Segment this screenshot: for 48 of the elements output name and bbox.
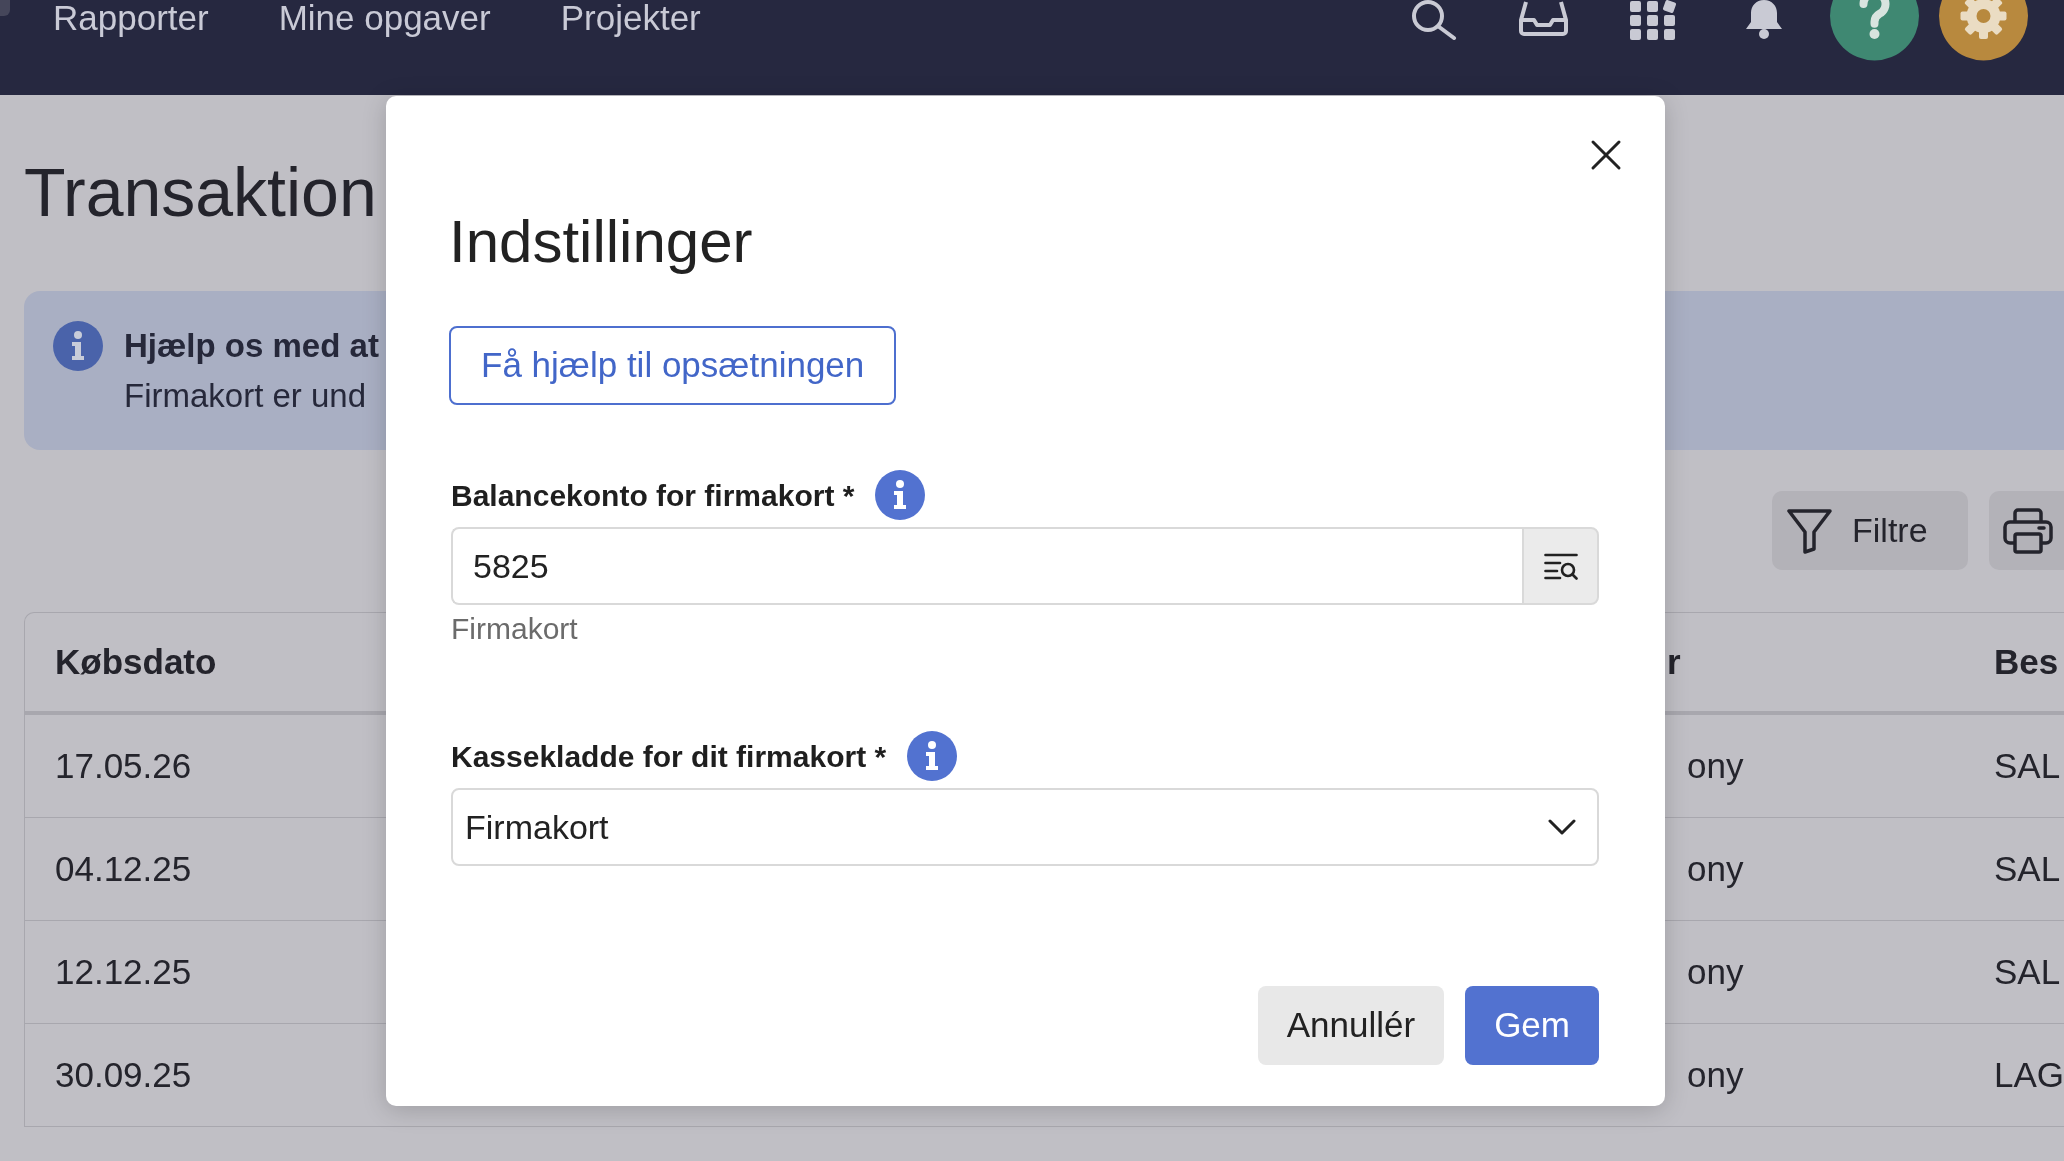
row-value: 30.09.25 <box>55 1054 192 1094</box>
info-icon[interactable] <box>907 731 958 781</box>
row-value: 04.12.25 <box>55 848 192 888</box>
cancel-button[interactable]: Annullér <box>1257 986 1445 1065</box>
field-helper: Firmakort <box>451 611 578 647</box>
journal-select[interactable]: Firmakort <box>451 788 1599 866</box>
dialog-title: Indstillinger <box>449 212 753 272</box>
info-icon <box>53 321 103 371</box>
nav-link[interactable]: Projekter <box>560 0 701 35</box>
row-value: SAL <box>1994 745 2061 785</box>
settings-icon[interactable] <box>1939 0 2028 61</box>
row-value: ony <box>1687 848 1744 888</box>
account-input[interactable]: 5825 <box>451 527 1522 605</box>
info-icon[interactable] <box>875 470 926 520</box>
field-label: Balancekonto for firmakort * <box>451 477 855 514</box>
list-search-icon <box>1543 552 1578 580</box>
page-title: Transaktion <box>24 158 377 226</box>
alert-title: Hjælp os med at <box>124 326 379 366</box>
row-value: ony <box>1687 951 1744 991</box>
printer-icon <box>2003 507 2053 554</box>
bell-icon[interactable] <box>1744 0 1784 40</box>
column-header: Bes <box>1994 641 2059 681</box>
column-header: r <box>1667 641 1681 681</box>
row-value: 12.12.25 <box>55 951 192 991</box>
row-value: ony <box>1687 745 1744 785</box>
inbox-icon[interactable] <box>1518 0 1569 36</box>
funnel-icon <box>1787 507 1832 554</box>
close-icon <box>1590 139 1622 171</box>
column-header: Købsdato <box>55 641 217 681</box>
close-button[interactable] <box>1590 139 1622 171</box>
nav-link[interactable]: Mine opgaver <box>278 0 491 35</box>
nav-block <box>0 0 10 16</box>
row-value: 17.05.26 <box>55 745 192 785</box>
chevron-down-icon <box>1548 819 1576 835</box>
apps-grid-icon[interactable] <box>1630 0 1676 41</box>
row-value: LAG <box>1994 1054 2064 1094</box>
lookup-button[interactable] <box>1522 527 1599 605</box>
setup-help-button[interactable]: Få hjælp til opsætningen <box>449 326 897 405</box>
filter-button[interactable]: Filtre <box>1772 491 1968 570</box>
field-label: Kassekladde for dit firmakort * <box>451 738 887 775</box>
row-value: SAL <box>1994 848 2061 888</box>
row-value: ony <box>1687 1054 1744 1094</box>
alert-text: Firmakort er und <box>124 376 367 416</box>
row-value: SAL <box>1994 951 2061 991</box>
save-button[interactable]: Gem <box>1465 986 1599 1065</box>
print-button[interactable] <box>1989 491 2064 570</box>
help-icon[interactable] <box>1830 0 1919 61</box>
nav-link[interactable]: Rapporter <box>53 0 209 35</box>
